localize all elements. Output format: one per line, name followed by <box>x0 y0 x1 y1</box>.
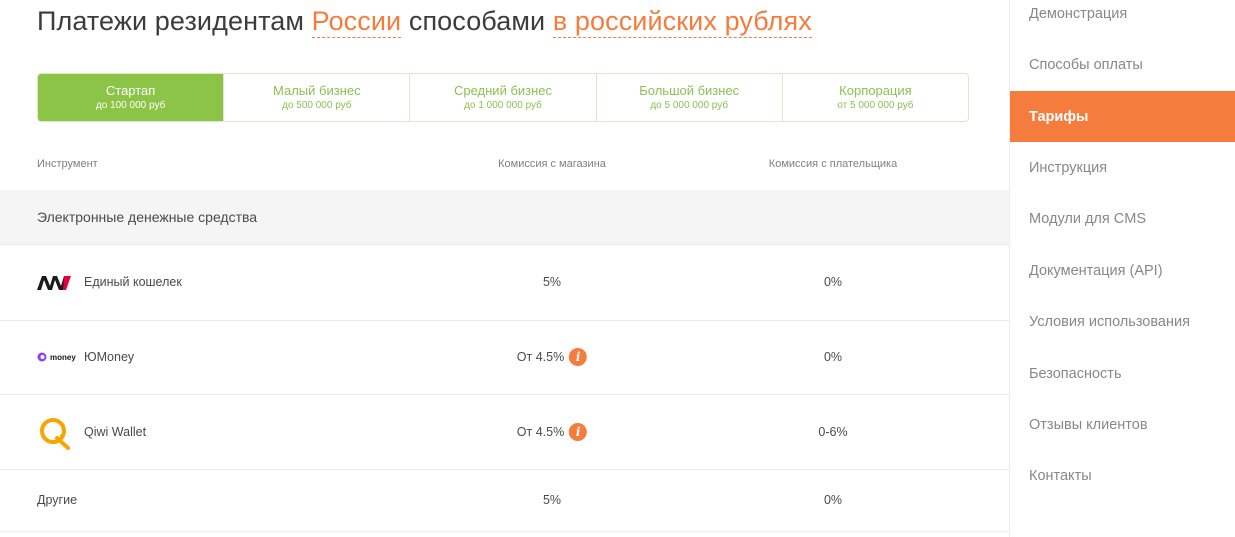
w1-wallet-logo <box>37 274 71 295</box>
sidebar-item-api-docs[interactable]: Документация (API) <box>1010 245 1235 296</box>
shop-fee-value: От 4.5% <box>516 425 565 439</box>
yoomoney-logo: money <box>37 351 77 366</box>
shop-fee-value: От 4.5% <box>516 350 565 364</box>
plan-name: Корпорация <box>839 83 912 98</box>
plan-tabs: Стартап до 100 000 руб Малый бизнес до 5… <box>37 73 969 122</box>
row-name: Другие <box>37 493 78 507</box>
plan-name: Большой бизнес <box>639 83 740 98</box>
row-payer-fee: 0-6% <box>818 425 848 439</box>
sidebar: Демонстрация Способы оплаты Тарифы Инстр… <box>1009 0 1235 537</box>
plan-name: Малый бизнес <box>273 83 361 98</box>
currency-selector[interactable]: в российских рублях <box>552 6 812 38</box>
main-content: Платежи резидентам России способами в ро… <box>0 0 1009 537</box>
row-shop-fee: От 4.5% i <box>516 348 588 366</box>
sidebar-item-reviews[interactable]: Отзывы клиентов <box>1010 399 1235 450</box>
table-row: Qiwi Wallet От 4.5% i 0-6% <box>0 395 1009 470</box>
group-header: Электронные денежные средства <box>0 190 1009 245</box>
row-name: Qiwi Wallet <box>84 425 147 439</box>
sidebar-item-contacts[interactable]: Контакты <box>1010 450 1235 501</box>
title-part1: Платежи резидентам <box>37 6 312 36</box>
group-title: Электронные денежные средства <box>37 209 258 225</box>
row-shop-fee: 5% <box>543 275 561 289</box>
sidebar-item-instructions[interactable]: Инструкция <box>1010 142 1235 193</box>
row-payer-fee: 0% <box>823 493 843 507</box>
table-row: money ЮMoney От 4.5% i 0% <box>0 321 1009 395</box>
table-header: Инструмент Комиссия с магазина Комиссия … <box>0 150 1009 180</box>
sidebar-item-terms[interactable]: Условия использования <box>1010 296 1235 347</box>
tab-plan-startup[interactable]: Стартап до 100 000 руб <box>38 74 224 121</box>
yoomoney-logo-text: money <box>50 353 76 362</box>
country-selector[interactable]: России <box>311 6 402 38</box>
tab-plan-small-business[interactable]: Малый бизнес до 500 000 руб <box>223 74 410 121</box>
plan-range: от 5 000 000 руб <box>837 100 914 111</box>
page-title: Платежи резидентам России способами в ро… <box>37 6 812 38</box>
info-icon[interactable]: i <box>569 348 588 366</box>
title-part2: способами <box>401 6 553 36</box>
row-shop-fee: 5% <box>543 493 561 507</box>
sidebar-item-payment-methods[interactable]: Способы оплаты <box>1010 39 1235 90</box>
row-payer-fee: 0% <box>823 350 843 364</box>
info-icon[interactable]: i <box>569 423 588 441</box>
plan-name: Средний бизнес <box>453 83 553 98</box>
sidebar-item-security[interactable]: Безопасность <box>1010 348 1235 399</box>
plan-range: до 5 000 000 руб <box>650 100 729 111</box>
plan-name: Стартап <box>105 83 156 98</box>
tab-plan-corporation[interactable]: Корпорация от 5 000 000 руб <box>781 74 968 121</box>
sidebar-item-demo[interactable]: Демонстрация <box>1010 0 1235 39</box>
header-shop-fee: Комиссия с магазина <box>498 158 606 170</box>
row-name: ЮMoney <box>84 350 135 364</box>
row-shop-fee: От 4.5% i <box>516 423 588 441</box>
header-payer-fee: Комиссия с плательщика <box>768 158 898 170</box>
table-row: Единый кошелек 5% 0% <box>0 246 1009 321</box>
sidebar-item-tariffs[interactable]: Тарифы <box>1010 91 1235 142</box>
tab-plan-medium-business[interactable]: Средний бизнес до 1 000 000 руб <box>409 74 596 121</box>
tab-plan-large-business[interactable]: Большой бизнес до 5 000 000 руб <box>595 74 782 121</box>
row-payer-fee: 0% <box>823 275 843 289</box>
plan-range: до 500 000 руб <box>282 100 352 111</box>
plan-range: до 100 000 руб <box>95 100 166 111</box>
table-row: Другие 5% 0% <box>0 470 1009 532</box>
row-name: Единый кошелек <box>84 275 182 289</box>
header-instrument: Инструмент <box>37 158 98 170</box>
plan-range: до 1 000 000 руб <box>464 100 542 111</box>
qiwi-logo <box>37 416 71 453</box>
sidebar-item-cms-modules[interactable]: Модули для CMS <box>1010 193 1235 244</box>
shop-fee-value: 5% <box>542 493 562 507</box>
shop-fee-value: 5% <box>542 275 562 289</box>
